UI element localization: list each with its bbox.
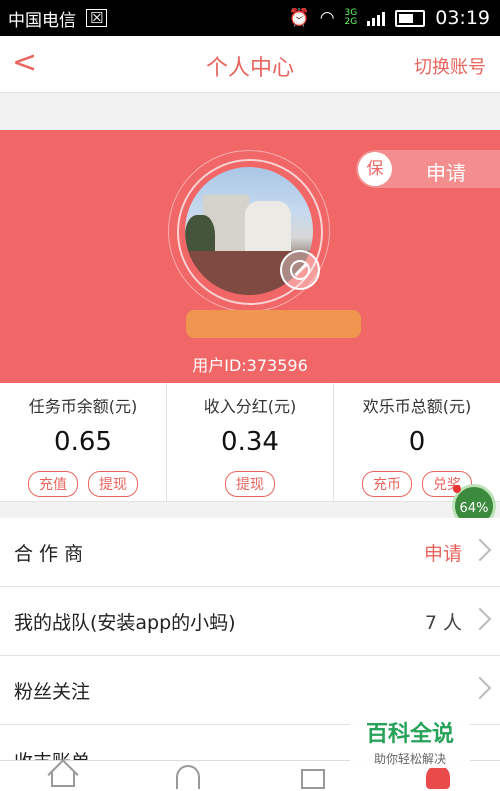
menu-item-label: 我的战队(安装app的小蚂) — [14, 611, 236, 634]
watermark: 百科全说 助你轻松解决 — [350, 712, 470, 768]
insurance-apply-button[interactable]: 保 申请 — [356, 150, 500, 188]
menu-item-partner[interactable]: 合 作 商 申请 — [0, 518, 500, 587]
balance-stats: 任务币余额(元) 0.65 充值 提现 收入分红(元) 0.34 提现 欢乐币总… — [0, 383, 500, 502]
income-dividend: 收入分红(元) 0.34 提现 — [167, 383, 334, 501]
watermark-title: 百科全说 — [365, 722, 454, 747]
chevron-right-icon — [468, 538, 492, 562]
signal-icon — [367, 10, 386, 26]
menu-item-team[interactable]: 我的战队(安装app的小蚂) 7 人 — [0, 587, 500, 656]
username-redacted — [186, 310, 361, 338]
wifi-icon: ◠ — [319, 8, 335, 28]
insurance-badge-icon: 保 — [358, 152, 392, 186]
withdraw-button[interactable]: 提现 — [88, 471, 138, 497]
network-type: 3G 2G — [344, 8, 358, 27]
stat-label: 任务币余额(元) — [28, 397, 138, 416]
progress-text: 64% — [459, 501, 489, 516]
carrier-label: 中国电信 — [8, 10, 76, 31]
task-coin-balance: 任务币余额(元) 0.65 充值 提现 — [0, 383, 167, 501]
stat-label: 欢乐币总额(元) — [362, 397, 472, 416]
battery-icon — [395, 9, 426, 27]
sim-icon: ☒ — [86, 9, 108, 27]
stat-value: 0.34 — [221, 427, 279, 457]
bell-icon — [175, 765, 200, 789]
stat-value: 0 — [408, 427, 426, 457]
edit-avatar-icon[interactable] — [280, 250, 320, 290]
deposit-coin-button[interactable]: 充币 — [362, 471, 412, 497]
header: < 个人中心 切换账号 — [0, 36, 500, 93]
tab-notifications[interactable] — [125, 761, 250, 791]
menu-item-label: 粉丝关注 — [14, 680, 91, 703]
ranking-icon — [300, 769, 325, 789]
menu-item-value: 7 人 — [424, 611, 462, 634]
clock: 03:19 — [435, 7, 490, 29]
chevron-right-icon — [468, 607, 492, 631]
watermark-subtitle: 助你轻松解决 — [373, 752, 446, 766]
user-icon — [425, 765, 450, 789]
apply-label: 申请 — [426, 161, 466, 185]
menu-item-value: 申请 — [423, 542, 462, 565]
tab-home[interactable] — [0, 761, 125, 791]
alarm-icon: ⏰ — [288, 8, 310, 28]
switch-account-link[interactable]: 切换账号 — [414, 53, 486, 79]
withdraw-dividend-button[interactable]: 提现 — [225, 471, 275, 497]
menu-item-label: 合 作 商 — [14, 542, 84, 565]
chevron-right-icon — [468, 676, 492, 700]
recharge-button[interactable]: 充值 — [28, 471, 78, 497]
user-id: 用户ID:373596 — [192, 356, 308, 375]
status-bar: 中国电信 ☒ ⏰ ◠ 3G 2G 03:19 — [0, 0, 500, 36]
home-icon — [50, 771, 75, 787]
profile-header: 保 申请 用户ID:373596 — [0, 130, 500, 383]
stat-label: 收入分红(元) — [203, 397, 297, 416]
stat-value: 0.65 — [54, 427, 112, 457]
